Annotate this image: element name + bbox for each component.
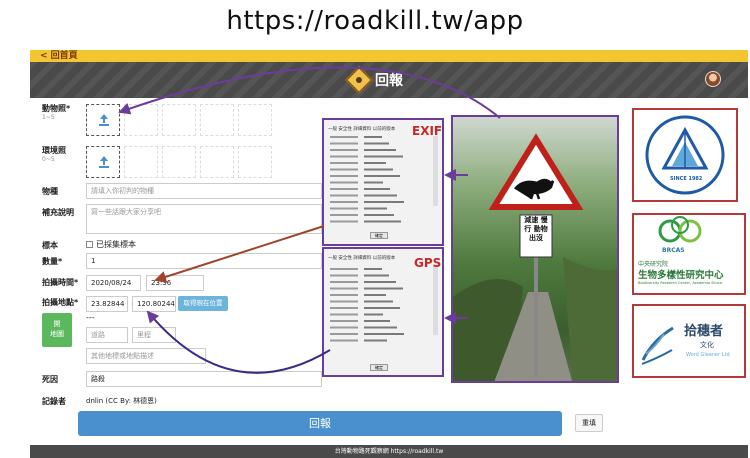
upload-icon [99, 156, 109, 168]
mileage-input[interactable]: 里程 [132, 327, 176, 343]
cause-select[interactable]: 路殺 [86, 371, 322, 387]
photo-slot [124, 104, 158, 136]
photo-slot [124, 146, 158, 178]
specimen-label: 標本 [42, 241, 58, 250]
exif-scrollbar [433, 136, 438, 206]
map-button[interactable]: 開 地圖 [42, 313, 72, 347]
submit-button[interactable]: 回報 [78, 411, 562, 436]
brcas-line3: Biodiversity Research Center, Academia S… [638, 281, 722, 285]
slide: https://roadkill.tw/app < 回首頁 回報 動物照* 1~… [0, 0, 750, 458]
grain-icon [641, 326, 674, 365]
photo-slot [200, 104, 234, 136]
page-title: 回報 [375, 73, 403, 89]
roadside-photo [451, 115, 619, 383]
photo-slot [238, 146, 272, 178]
word-gleaner-logo-card: 拾穗者 文化 Word Gleaner Ltd [632, 304, 746, 378]
specimen-checkbox-label: 已採集標本 [96, 240, 136, 249]
count-label: 數量* [42, 257, 63, 266]
animal-photo-upload[interactable] [86, 104, 120, 136]
iis-year: SINCE 1982 [670, 176, 703, 182]
exif-tabs: 一般 安全性 詳細資料 以前的版本 [328, 127, 396, 132]
iis-logo-card: SINCE 1982 [632, 108, 738, 202]
recorder-value: dnlin (CC By: 林德恩) [86, 397, 157, 405]
animal-photo-hint: 1~5 [42, 114, 55, 121]
reset-button[interactable]: 重填 [575, 414, 603, 432]
upload-icon [99, 114, 109, 126]
longitude-input[interactable]: 120.80244 [132, 296, 176, 312]
back-home-link[interactable]: < 回首頁 [40, 50, 78, 62]
time-label: 拍攝時間* [42, 278, 79, 287]
sign-text: 減速 慢行 動物 出沒 [524, 216, 548, 242]
exif-ok-button: 確定 [370, 232, 388, 239]
env-photo-label: 環境照 [42, 146, 66, 155]
iis-logo-icon [645, 115, 725, 195]
landmark-input[interactable]: 其他地標或地點描述 [86, 348, 206, 364]
photo-slot [162, 146, 196, 178]
word-line2: 文化 [700, 341, 714, 349]
word-line1: 拾穗者 [684, 324, 724, 339]
env-photo-upload[interactable] [86, 146, 120, 178]
url-caption: https://roadkill.tw/app [226, 6, 524, 36]
gps-scrollbar [433, 265, 438, 335]
location-label: 拍攝地點* [42, 298, 79, 307]
back-bar [30, 50, 748, 62]
date-input[interactable]: 2020/08/24 [86, 275, 141, 291]
road-sign-illustration [453, 133, 617, 381]
photo-slot [162, 104, 196, 136]
road-input[interactable]: 道路 [86, 327, 128, 343]
avatar[interactable] [705, 71, 721, 87]
gps-tag: GPS [414, 256, 442, 270]
brcas-logo-card: BRCAS 中央研究院 生物多樣性研究中心 Biodiversity Resea… [632, 213, 746, 295]
photo-slot [200, 146, 234, 178]
specimen-checkbox[interactable] [86, 241, 93, 248]
warning-sign-icon [488, 133, 584, 210]
cause-label: 死因 [42, 375, 58, 384]
brcas-abbr: BRCAS [662, 247, 685, 254]
location-dash: --- [86, 313, 95, 322]
notes-textarea[interactable]: 寫一些話跟大家分享吧 [86, 204, 322, 234]
gps-ok-button: 確定 [370, 364, 388, 371]
brcas-line2: 生物多樣性研究中心 [638, 270, 724, 281]
species-input[interactable]: 請填入你初判的物種 [86, 183, 322, 199]
exif-tag: EXIF [412, 124, 443, 138]
vegetation-shape [563, 257, 617, 381]
notes-label: 補充說明 [42, 208, 74, 217]
animal-photo-label: 動物照* [42, 104, 71, 113]
species-label: 物種 [42, 187, 58, 196]
word-line3: Word Gleaner Ltd [686, 352, 730, 358]
time-input[interactable]: 23:36 [146, 275, 204, 291]
brcas-logo-icon [658, 216, 702, 243]
count-input[interactable]: 1 [86, 253, 322, 269]
recorder-label: 記錄者 [42, 397, 66, 406]
get-location-button[interactable]: 取得現在位置 [178, 296, 228, 311]
gps-tabs: 一般 安全性 詳細資料 以前的版本 [328, 256, 396, 261]
latitude-input[interactable]: 23.82844 [86, 296, 128, 312]
env-photo-hint: 0~5 [42, 156, 55, 163]
footer-text: 台灣動物路死觀察網 https://roadkill.tw [334, 448, 444, 455]
photo-slot [238, 104, 272, 136]
